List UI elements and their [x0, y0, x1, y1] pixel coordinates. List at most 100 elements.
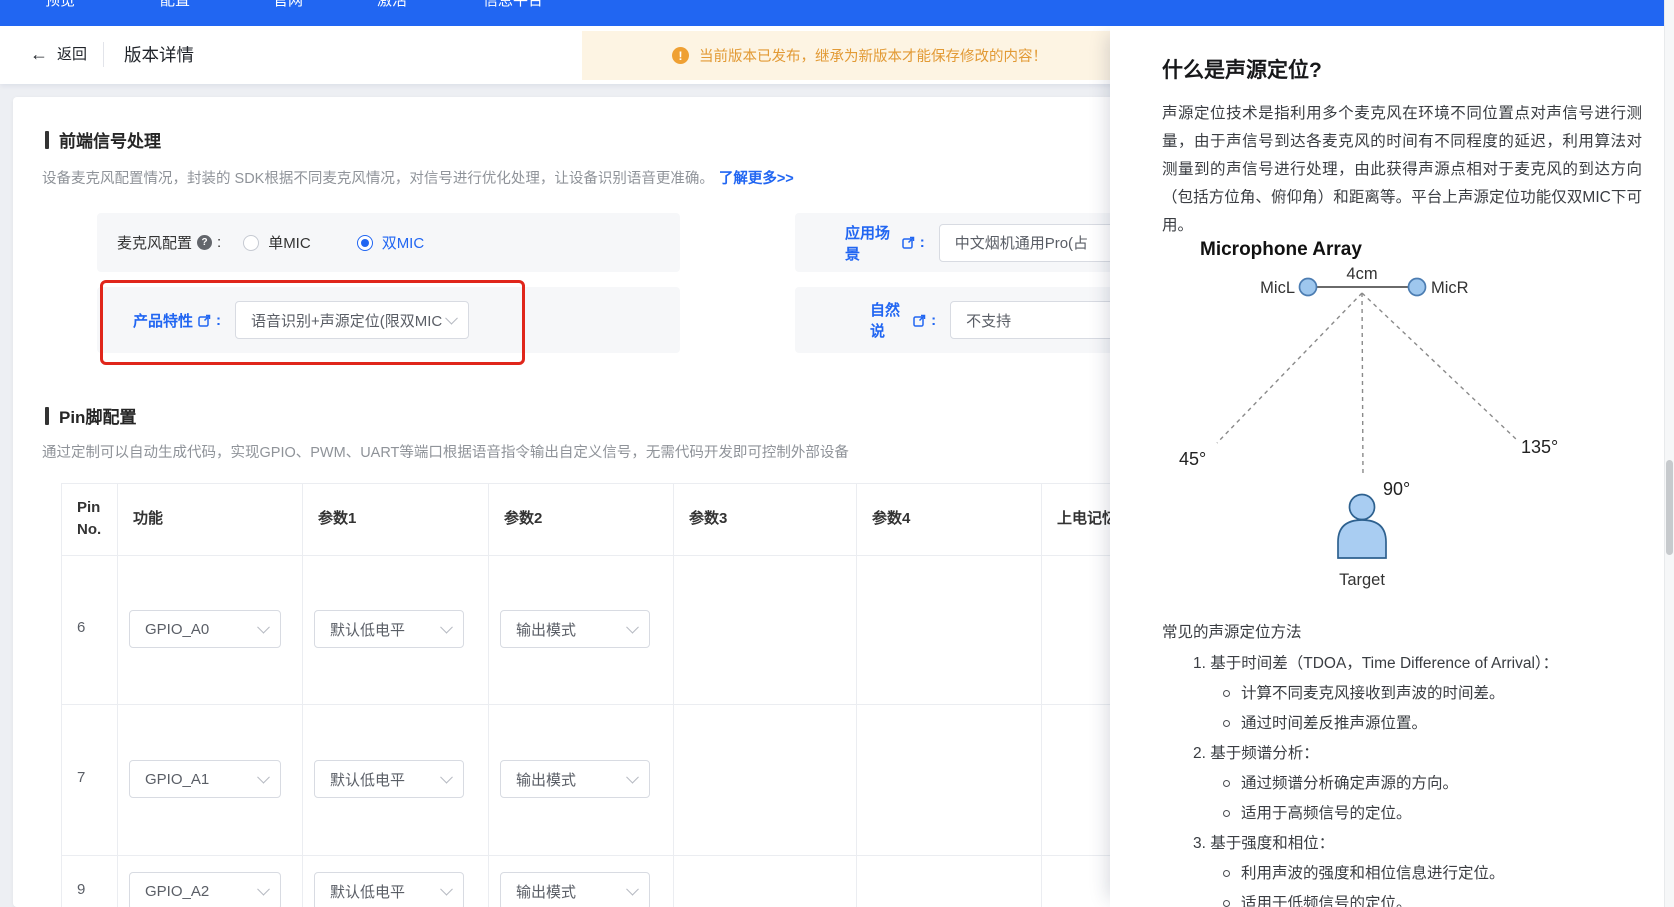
- colon: :: [931, 312, 936, 329]
- bullet-icon: [1223, 720, 1230, 727]
- col-header-memory: 上电记忆: [1057, 508, 1117, 530]
- help-drawer: 什么是声源定位? 声源定位技术是指利用多个麦克风在环境不同位置点对声信号进行测量…: [1110, 26, 1674, 907]
- col-header-pin: Pin No.: [77, 497, 117, 541]
- natural-speech-field: 自然说 : 不支持: [795, 287, 1143, 353]
- signal-section-title: 前端信号处理: [45, 127, 161, 152]
- learn-more-link[interactable]: 了解更多>>: [719, 171, 794, 187]
- radio-single-mic[interactable]: 单MIC: [243, 232, 311, 253]
- bullet-icon: [1223, 780, 1230, 787]
- mic-left-label: MicL: [1260, 279, 1295, 297]
- col-header-param1: 参数1: [318, 508, 356, 530]
- col-header-func: 功能: [133, 508, 163, 530]
- pin-number: 6: [77, 619, 85, 636]
- pin-number: 9: [77, 881, 85, 898]
- func-select[interactable]: GPIO_A1: [129, 760, 281, 798]
- func-select[interactable]: GPIO_A2: [129, 872, 281, 907]
- mic-left-icon: [1300, 279, 1317, 296]
- warning-text: 当前版本已发布，继承为新版本才能保存修改的内容！: [699, 45, 1047, 66]
- method-point: 通过频谱分析确定声源的方向。: [1223, 773, 1658, 794]
- col-header-param4: 参数4: [872, 508, 910, 530]
- chevron-down-icon: [257, 883, 270, 896]
- angle-45-label: 45°: [1179, 449, 1206, 469]
- person-icon: [1338, 520, 1386, 558]
- natural-speech-label: 自然说: [870, 299, 908, 341]
- product-feature-label: 产品特性: [133, 310, 193, 331]
- nav-tab-5[interactable]: 信息平台: [483, 0, 543, 10]
- mic-config-field: 麦克风配置 ? : 单MIC 双MIC: [97, 213, 680, 272]
- method-point: 计算不同麦克风接收到声波的时间差。: [1223, 683, 1658, 704]
- method-item: 1. 基于时间差（TDOA，Time Difference of Arrival…: [1193, 653, 1658, 674]
- external-link-icon[interactable]: [198, 314, 211, 327]
- warning-banner: ! 当前版本已发布，继承为新版本才能保存修改的内容！: [582, 31, 1127, 80]
- method-item: 2. 基于频谱分析：: [1193, 743, 1658, 764]
- scrollbar-thumb[interactable]: [1666, 460, 1673, 555]
- main-card: 前端信号处理 设备麦克风配置情况，封装的 SDK根据不同麦克风情况，对信号进行优…: [13, 97, 1143, 907]
- colon: :: [920, 234, 925, 251]
- bullet-icon: [1223, 810, 1230, 817]
- methods-list: 1. 基于时间差（TDOA，Time Difference of Arrival…: [1193, 653, 1658, 907]
- chevron-down-icon: [626, 621, 639, 634]
- back-arrow-icon: ←: [30, 45, 48, 63]
- microphone-array-diagram: Microphone Array MicL 4cm MicR 45° 90° 1…: [1165, 225, 1635, 593]
- method-point: 通过时间差反推声源位置。: [1223, 713, 1658, 734]
- radio-dual-mic[interactable]: 双MIC: [357, 232, 425, 253]
- pin-number: 7: [77, 769, 85, 786]
- person-icon: [1350, 495, 1375, 520]
- product-feature-field: 产品特性 : 语音识别+声源定位(限双MIC: [97, 287, 680, 353]
- page-title: 版本详情: [124, 42, 194, 67]
- mic-right-label: MicR: [1431, 279, 1469, 297]
- signal-section-desc: 设备麦克风配置情况，封装的 SDK根据不同麦克风情况，对信号进行优化处理，让设备…: [42, 167, 794, 188]
- nav-tab-3[interactable]: 官网: [273, 0, 303, 10]
- param1-select[interactable]: 默认低电平: [314, 760, 464, 798]
- nav-tab-2[interactable]: 配置: [160, 0, 190, 10]
- header-divider: [103, 42, 104, 67]
- method-point: 适用于低频信号的定位。: [1223, 893, 1658, 907]
- func-select[interactable]: GPIO_A0: [129, 610, 281, 648]
- chevron-down-icon: [440, 883, 453, 896]
- pin-section-desc: 通过定制可以自动生成代码，实现GPIO、PWM、UART等端口根据语音指令输出自…: [42, 441, 849, 462]
- param1-select[interactable]: 默认低电平: [314, 610, 464, 648]
- target-label: Target: [1339, 571, 1385, 589]
- section-bar: [45, 407, 49, 425]
- chevron-down-icon: [257, 621, 270, 634]
- product-feature-select[interactable]: 语音识别+声源定位(限双MIC: [235, 301, 469, 339]
- app-scene-label: 应用场景: [845, 222, 897, 264]
- top-navbar: 预览 配置 官网 激活 信息平台: [0, 0, 1674, 26]
- scrollbar-track[interactable]: [1664, 0, 1674, 907]
- drawer-title: 什么是声源定位?: [1162, 54, 1322, 84]
- external-link-icon[interactable]: [913, 314, 926, 327]
- section-bar: [45, 131, 49, 149]
- help-icon[interactable]: ?: [197, 235, 212, 250]
- bullet-icon: [1223, 900, 1230, 907]
- product-feature-value: 语音识别+声源定位(限双MIC: [251, 310, 442, 331]
- app-scene-value: 中文烟机通用Pro(占: [955, 232, 1088, 253]
- col-header-param3: 参数3: [689, 508, 727, 530]
- drawer-intro: 声源定位技术是指利用多个麦克风在环境不同位置点对声信号进行测量，由于声信号到达各…: [1162, 100, 1642, 240]
- diagram-title: Microphone Array: [1200, 239, 1362, 260]
- param1-select[interactable]: 默认低电平: [314, 872, 464, 907]
- warning-icon: !: [672, 47, 689, 64]
- mic-right-icon: [1409, 279, 1426, 296]
- radio-icon-selected: [357, 235, 373, 251]
- param2-select[interactable]: 输出模式: [500, 760, 650, 798]
- back-button[interactable]: ← 返回: [30, 43, 87, 64]
- colon: :: [217, 234, 221, 251]
- method-point: 利用声波的强度和相位信息进行定位。: [1223, 863, 1658, 884]
- back-label: 返回: [57, 43, 87, 64]
- nav-tab-4[interactable]: 激活: [377, 0, 407, 10]
- angle-135-label: 135°: [1521, 437, 1558, 457]
- bullet-icon: [1223, 690, 1230, 697]
- chevron-down-icon: [626, 771, 639, 784]
- col-header-param2: 参数2: [504, 508, 542, 530]
- nav-tab-1[interactable]: 预览: [45, 0, 75, 10]
- external-link-icon[interactable]: [902, 236, 915, 249]
- natural-speech-value: 不支持: [966, 310, 1011, 331]
- param2-select[interactable]: 输出模式: [500, 610, 650, 648]
- param2-select[interactable]: 输出模式: [500, 872, 650, 907]
- mic-config-label: 麦克风配置: [117, 232, 192, 253]
- distance-label: 4cm: [1346, 265, 1377, 283]
- pin-section-title: Pin脚配置: [45, 403, 136, 428]
- radio-icon-unselected: [243, 235, 259, 251]
- method-point: 适用于高频信号的定位。: [1223, 803, 1658, 824]
- app-scene-field: 应用场景 : 中文烟机通用Pro(占: [795, 213, 1143, 272]
